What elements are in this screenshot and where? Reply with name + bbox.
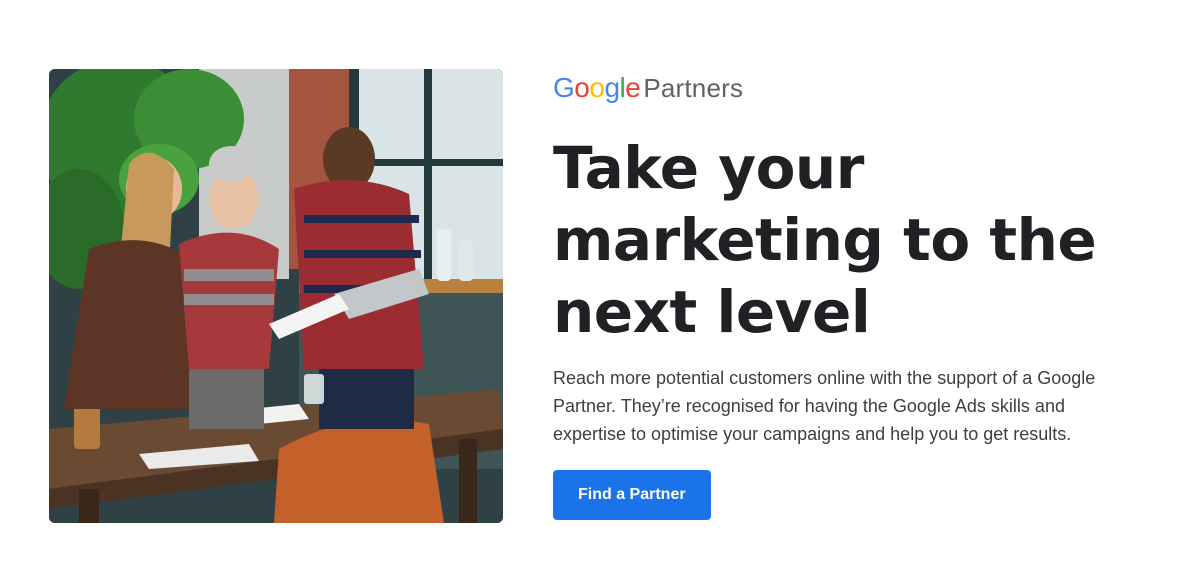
google-wordmark: Google xyxy=(553,72,641,104)
partners-wordmark: Partners xyxy=(643,73,744,103)
hero-description: Reach more potential customers online wi… xyxy=(553,368,1096,444)
headline-line: Take your xyxy=(553,134,864,202)
logo-letter: g xyxy=(604,72,620,103)
logo-letter: o xyxy=(574,72,590,103)
hero-content: Google Partners Take your marketing to t… xyxy=(553,72,1153,520)
logo-letter: e xyxy=(625,72,641,103)
headline-line: marketing to the xyxy=(553,206,1097,274)
logo-letter: o xyxy=(589,72,605,103)
find-a-partner-button[interactable]: Find a Partner xyxy=(553,470,711,520)
logo-letter: G xyxy=(553,72,575,103)
google-partners-logo: Google Partners xyxy=(553,72,1153,106)
hero-section: Google Partners Take your marketing to t… xyxy=(0,0,1200,563)
hero-photo xyxy=(49,69,503,523)
headline-line: next level xyxy=(553,278,871,346)
team-collaboration-photo xyxy=(49,69,503,523)
page-title: Take your marketing to the next level xyxy=(553,132,1153,348)
